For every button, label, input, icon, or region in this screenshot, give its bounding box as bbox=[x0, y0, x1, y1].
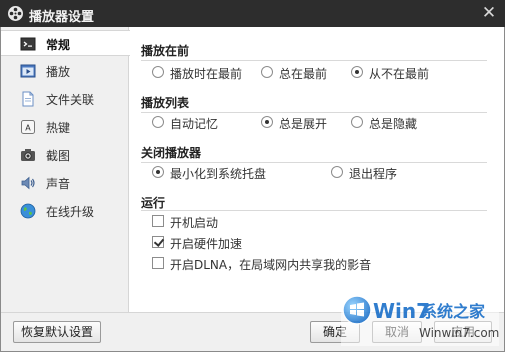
option-label: 最小化到系统托盘 bbox=[170, 167, 267, 181]
camera-icon bbox=[21, 149, 35, 161]
radio-minimize-to-tray[interactable]: 最小化到系统托盘 bbox=[152, 164, 282, 181]
sidebar-item-label: 声音 bbox=[46, 177, 71, 191]
section-title-close-player: 关闭播放器 bbox=[141, 146, 202, 160]
sidebar: 常规 播放 文件关联 A 热键 截图 声音 在线升级 bbox=[1, 27, 130, 312]
option-label: 总在最前 bbox=[279, 67, 328, 81]
checkbox-checked[interactable] bbox=[152, 236, 164, 248]
sidebar-item-label: 截图 bbox=[46, 149, 71, 163]
radio-always-hide[interactable]: 总是隐藏 bbox=[351, 114, 431, 131]
checkbox[interactable] bbox=[152, 257, 164, 269]
radio-button[interactable] bbox=[152, 66, 164, 78]
watermark-brand: 系统之家 bbox=[421, 302, 486, 321]
section-divider bbox=[141, 112, 487, 113]
title-bar: 播放器设置 ✕ bbox=[0, 0, 505, 27]
checkbox-enable-dlna[interactable]: 开启DLNA，在局域网内共享我的影音 bbox=[152, 255, 382, 272]
section-title-run: 运行 bbox=[141, 196, 166, 210]
globe-icon bbox=[20, 203, 36, 219]
sidebar-item-screenshot[interactable]: 截图 bbox=[1, 142, 129, 168]
section-divider bbox=[141, 162, 487, 163]
sidebar-item-label: 热键 bbox=[46, 121, 71, 135]
close-button[interactable]: ✕ bbox=[479, 3, 499, 23]
option-label: 开启硬件加速 bbox=[170, 237, 243, 251]
radio-button[interactable] bbox=[331, 166, 343, 178]
option-label: 退出程序 bbox=[349, 167, 398, 181]
checkbox-start-on-boot[interactable]: 开机启动 bbox=[152, 213, 252, 230]
radio-always-on-top[interactable]: 总在最前 bbox=[261, 64, 341, 81]
section-title-playlist: 播放列表 bbox=[141, 96, 190, 110]
film-reel-icon bbox=[8, 6, 23, 21]
play-window-icon bbox=[20, 64, 36, 78]
speaker-icon bbox=[21, 176, 35, 190]
radio-on-top-while-playing[interactable]: 播放时在最前 bbox=[152, 64, 252, 81]
radio-auto-remember[interactable]: 自动记忆 bbox=[152, 114, 232, 131]
option-label: 开机启动 bbox=[170, 216, 219, 230]
radio-exit-program[interactable]: 退出程序 bbox=[331, 164, 411, 181]
sidebar-item-general[interactable]: 常规 bbox=[1, 30, 130, 56]
section-divider bbox=[141, 60, 487, 61]
section-divider bbox=[141, 210, 487, 211]
restore-defaults-button[interactable]: 恢复默认设置 bbox=[13, 321, 101, 343]
radio-button-selected[interactable] bbox=[152, 166, 164, 178]
section-title-always-on-top: 播放在前 bbox=[141, 44, 190, 58]
sidebar-item-label: 播放 bbox=[46, 65, 71, 79]
watermark-url: Winwin7.com bbox=[419, 326, 500, 340]
sidebar-item-label: 文件关联 bbox=[46, 93, 95, 107]
checkbox-hardware-acceleration[interactable]: 开启硬件加速 bbox=[152, 234, 272, 251]
radio-button[interactable] bbox=[351, 116, 363, 128]
option-label: 从不在最前 bbox=[369, 67, 430, 81]
option-label: 自动记忆 bbox=[170, 117, 219, 131]
option-label: 播放时在最前 bbox=[170, 67, 243, 81]
sidebar-item-online-update[interactable]: 在线升级 bbox=[1, 198, 129, 224]
sidebar-item-file-association[interactable]: 文件关联 bbox=[1, 86, 129, 112]
file-icon bbox=[22, 91, 34, 107]
radio-always-expand[interactable]: 总是展开 bbox=[261, 114, 341, 131]
sidebar-item-label: 在线升级 bbox=[46, 205, 95, 219]
sidebar-item-sound[interactable]: 声音 bbox=[1, 170, 129, 196]
sidebar-item-label: 常规 bbox=[46, 38, 71, 52]
option-label: 开启DLNA，在局域网内共享我的影音 bbox=[170, 258, 372, 272]
key-a-icon: A bbox=[21, 120, 35, 134]
checkbox[interactable] bbox=[152, 215, 164, 227]
window-title: 播放器设置 bbox=[29, 10, 95, 25]
sidebar-item-hotkeys[interactable]: A 热键 bbox=[1, 114, 129, 140]
svg-text:A: A bbox=[25, 124, 31, 133]
radio-button[interactable] bbox=[261, 66, 273, 78]
radio-button-selected[interactable] bbox=[351, 66, 363, 78]
radio-button[interactable] bbox=[152, 116, 164, 128]
terminal-icon bbox=[20, 37, 36, 51]
radio-button-selected[interactable] bbox=[261, 116, 273, 128]
watermark: Win7 系统之家 Winwin7.com bbox=[341, 290, 499, 346]
settings-panel: 播放在前 播放时在最前 总在最前 从不在最前 播放列表 自动记忆 总是展开 总是… bbox=[130, 27, 503, 312]
sidebar-item-playback[interactable]: 播放 bbox=[1, 58, 129, 84]
radio-never-on-top[interactable]: 从不在最前 bbox=[351, 64, 441, 81]
option-label: 总是展开 bbox=[279, 117, 328, 131]
option-label: 总是隐藏 bbox=[369, 117, 418, 131]
